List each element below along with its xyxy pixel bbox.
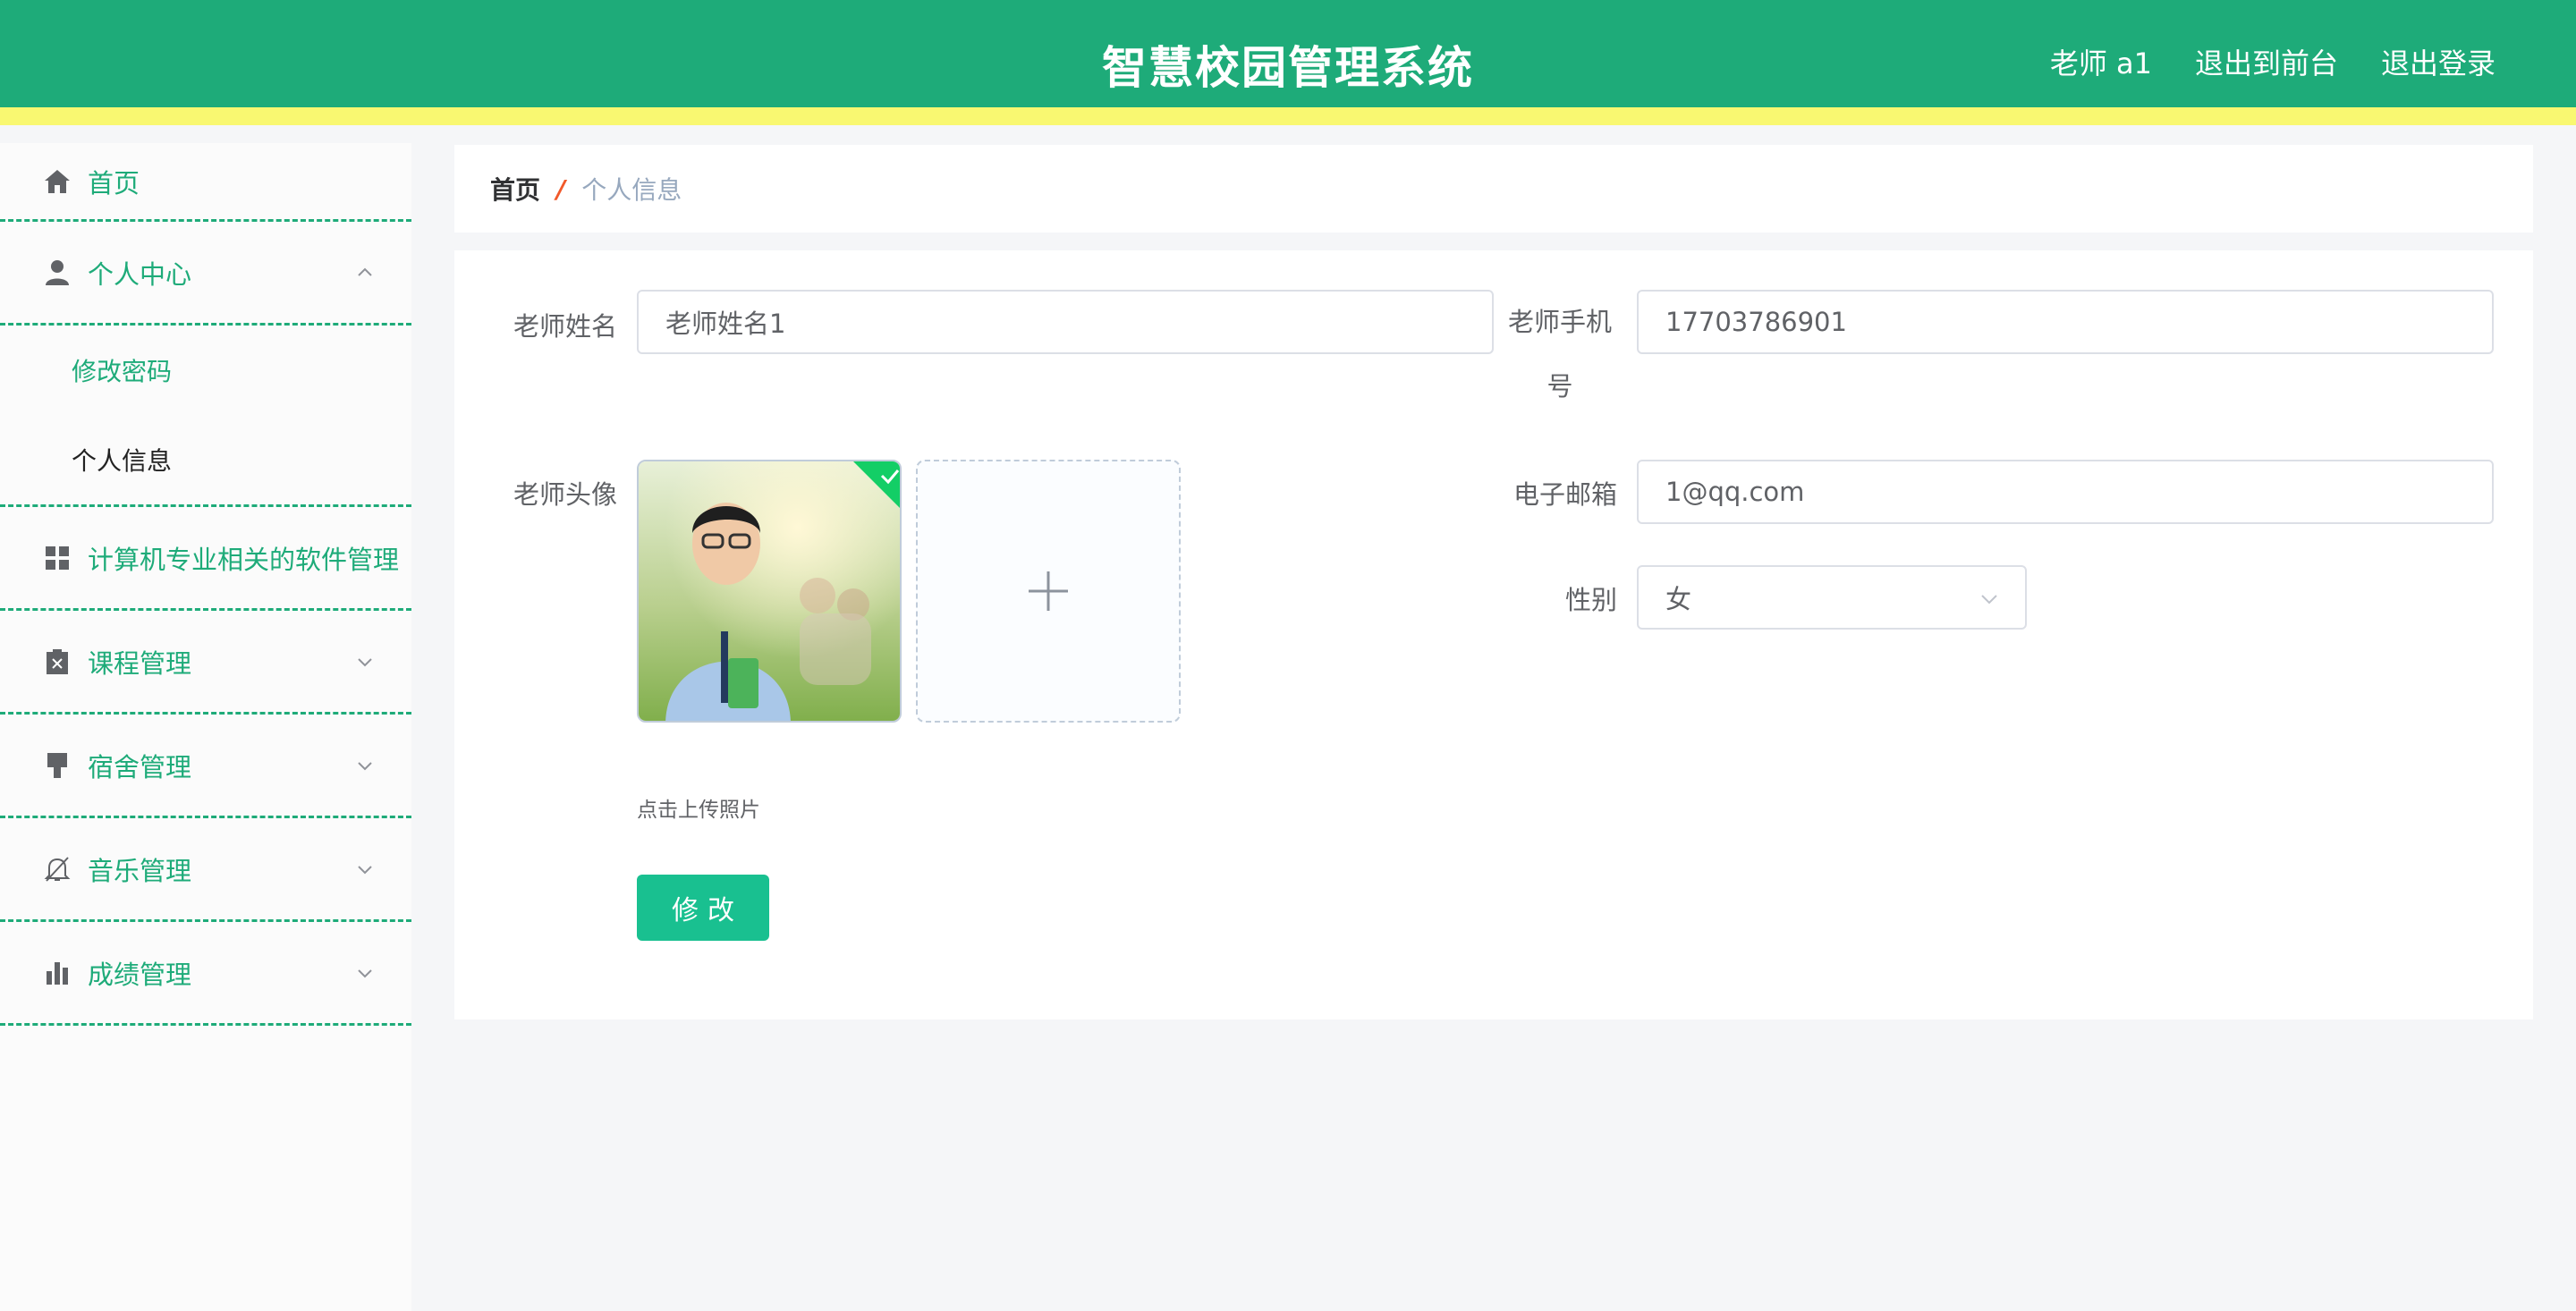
home-icon (43, 167, 72, 196)
brush-icon (43, 751, 72, 780)
breadcrumb-home[interactable]: 首页 (490, 171, 540, 207)
header-actions: 老师 a1 退出到前台 退出登录 (2050, 41, 2496, 82)
sidebar-item-software[interactable]: 计算机专业相关的软件管理 (0, 507, 411, 611)
gender-label: 性别 (1564, 585, 1617, 615)
teacher-name-label: 老师姓名 (513, 311, 617, 342)
email-input[interactable]: 1@qq.com (1637, 460, 2494, 524)
bar-chart-icon (43, 959, 72, 987)
sidebar-item-label: 课程管理 (88, 647, 192, 679)
sidebar-item-score[interactable]: 成绩管理 (0, 922, 411, 1026)
sidebar-item-course[interactable]: 课程管理 (0, 611, 411, 715)
personal-center-submenu: 修改密码 个人信息 (0, 326, 411, 507)
sidebar-item-home[interactable]: 首页 (0, 143, 411, 222)
chevron-down-icon (358, 657, 372, 666)
sidebar-item-personal-info[interactable]: 个人信息 (0, 415, 411, 504)
sidebar-item-music[interactable]: 音乐管理 (0, 818, 411, 922)
bell-off-icon (43, 855, 72, 884)
gender-select[interactable]: 女 (1637, 565, 2027, 630)
grid-icon (43, 544, 72, 572)
sidebar-item-label: 计算机专业相关的软件管理 (88, 544, 400, 575)
sidebar-item-personal-center[interactable]: 个人中心 (0, 222, 411, 326)
chevron-down-icon (358, 968, 372, 977)
gender-selected-value: 女 (1665, 584, 1692, 614)
chevron-down-icon (358, 865, 372, 874)
sidebar: 首页 个人中心 修改密码 个人信息 计算机专业相关的软件管理 课程管理 宿舍管理 (0, 143, 411, 1311)
sidebar-item-change-password[interactable]: 修改密码 (0, 326, 411, 415)
teacher-phone-label: 老师手机号 (1507, 307, 1612, 402)
user-icon (43, 258, 72, 287)
chevron-up-icon (358, 267, 372, 276)
top-header: 智慧校园管理系统 老师 a1 退出到前台 退出登录 (0, 0, 2576, 125)
sidebar-item-label: 个人中心 (88, 258, 192, 290)
chevron-down-icon (358, 761, 372, 770)
sidebar-item-label: 宿舍管理 (88, 751, 192, 782)
breadcrumb-current: 个人信息 (581, 175, 682, 205)
logout-link[interactable]: 退出登录 (2381, 41, 2496, 82)
breadcrumb: 首页 / 个人信息 (454, 145, 2533, 233)
teacher-avatar-label: 老师头像 (513, 479, 617, 510)
sidebar-item-dorm[interactable]: 宿舍管理 (0, 715, 411, 818)
avatar-upload-button[interactable] (916, 460, 1181, 723)
clipboard-icon (43, 647, 72, 676)
upload-hint-text: 点击上传照片 (637, 799, 760, 822)
current-user-label: 老师 a1 (2049, 47, 2152, 80)
sidebar-item-label: 成绩管理 (88, 959, 192, 990)
exit-to-front-link[interactable]: 退出到前台 (2195, 41, 2338, 82)
email-label: 电子邮箱 (1513, 479, 1617, 510)
chevron-down-icon (1981, 595, 1997, 605)
breadcrumb-separator: / (556, 173, 566, 204)
teacher-photo-image (639, 461, 900, 721)
avatar-thumbnail[interactable] (637, 460, 902, 723)
sidebar-item-label: 音乐管理 (88, 855, 192, 886)
plus-icon (1029, 571, 1068, 611)
submit-edit-button[interactable]: 修改 (637, 875, 769, 941)
teacher-phone-input[interactable]: 17703786901 (1637, 290, 2494, 354)
teacher-name-input[interactable]: 老师姓名1 (637, 290, 1494, 354)
sidebar-item-label: 首页 (88, 167, 140, 199)
